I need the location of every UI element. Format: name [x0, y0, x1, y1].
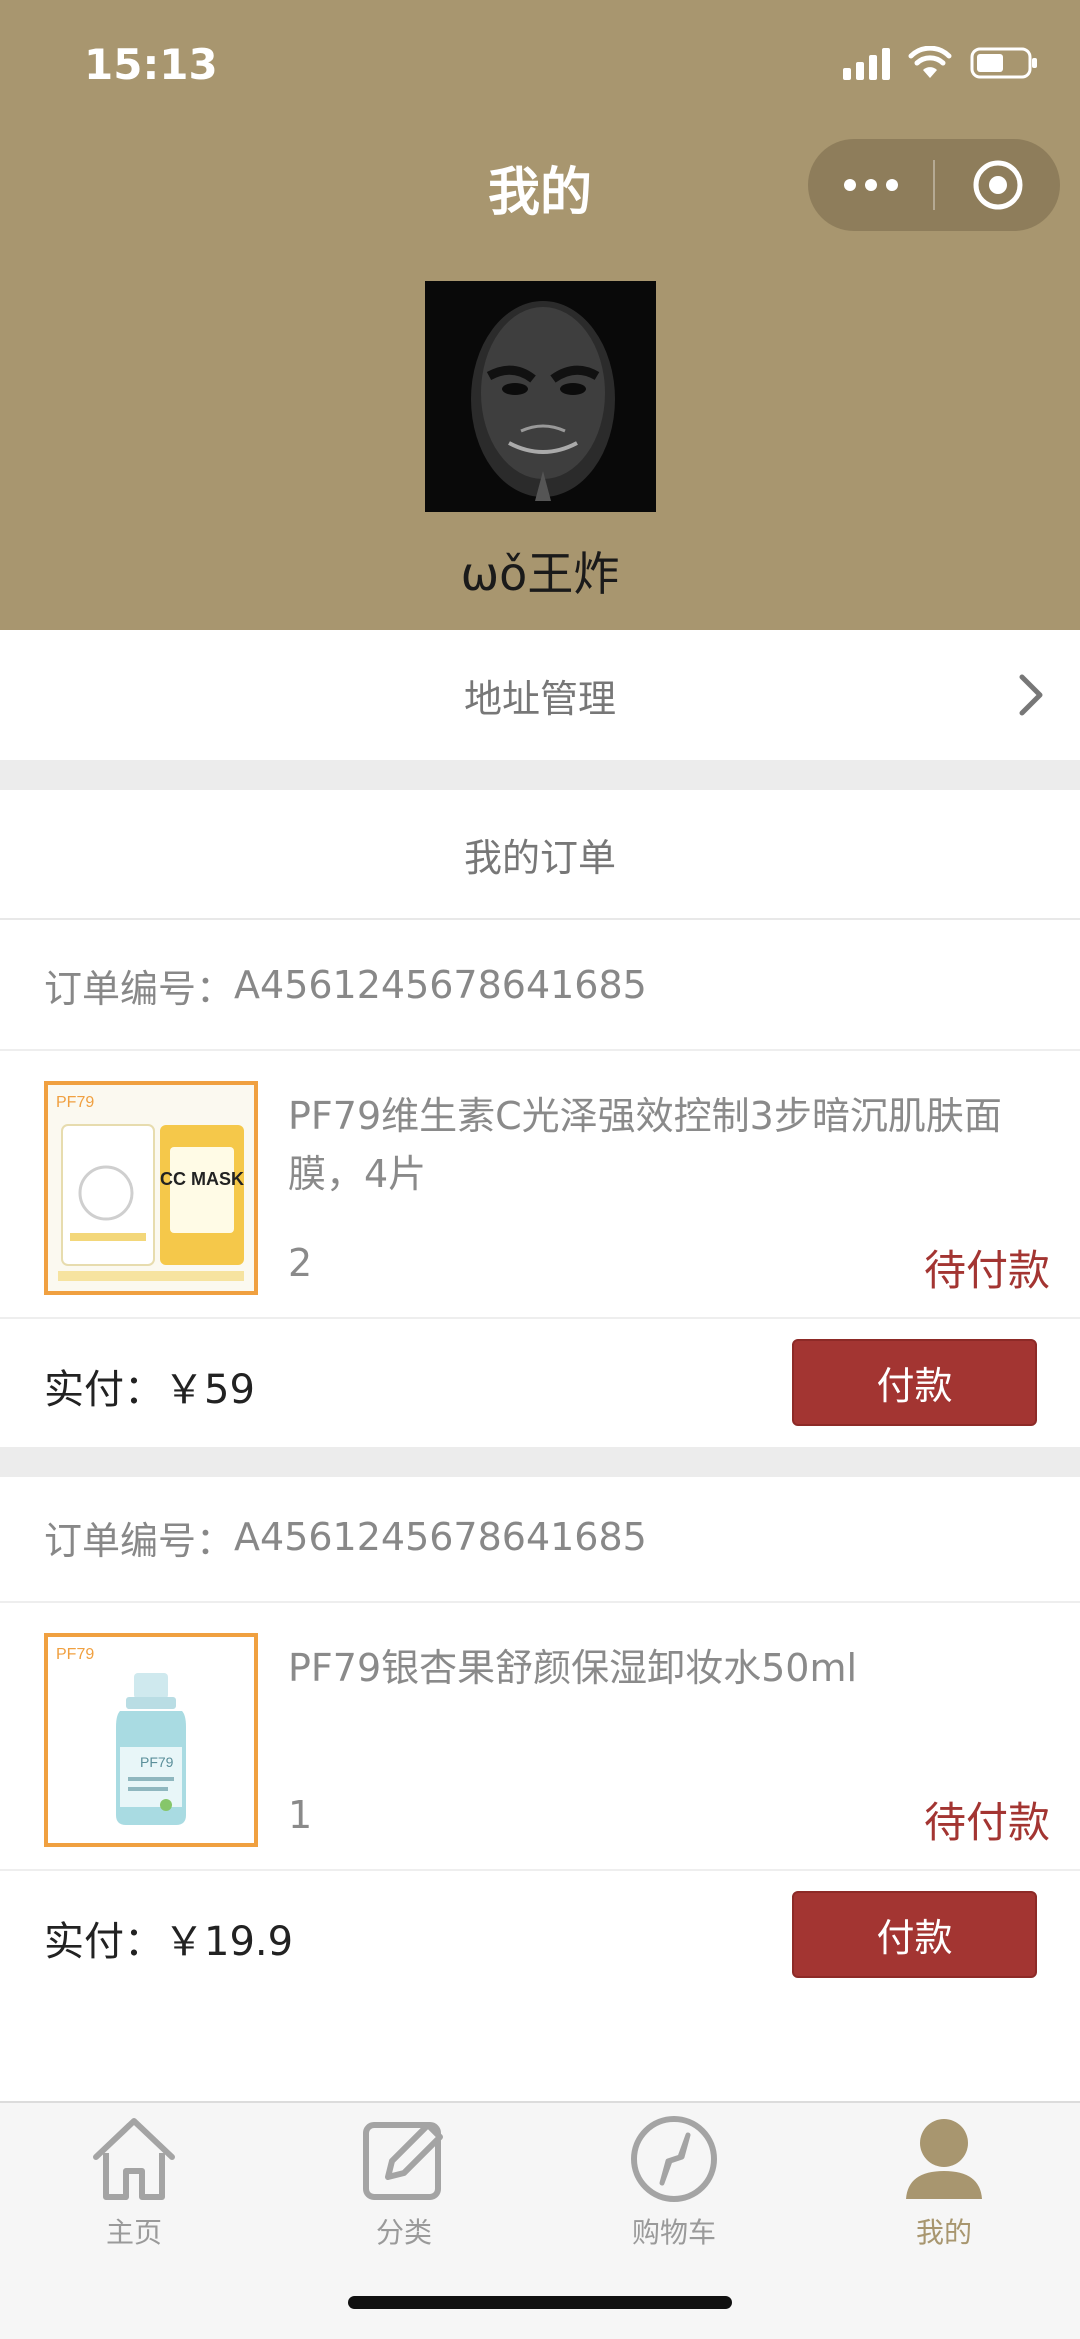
compass-icon — [626, 2111, 722, 2207]
orders-title: 我的订单 — [463, 835, 616, 880]
product-quantity: 1 — [288, 1793, 313, 1837]
product-name: PF79维生素C光泽强效控制3步暗沉肌肤面膜，4片 — [288, 1094, 1002, 1196]
wifi-icon — [908, 46, 952, 80]
my-orders-header: 我的订单 — [0, 790, 1080, 920]
target-icon — [973, 160, 1022, 210]
username: ωǒ王炸 — [460, 547, 620, 601]
tab-category[interactable]: 分类 — [304, 2111, 504, 2261]
pay-button[interactable]: 付款 — [792, 1891, 1037, 1978]
mini-program-capsule — [808, 139, 1060, 231]
order-item[interactable]: PF79 CC MASK PF79维生素C光泽强效控制3步暗沉肌肤面膜，4片 2… — [0, 1051, 1080, 1319]
tab-mine[interactable]: 我的 — [844, 2111, 1044, 2261]
home-indicator[interactable] — [348, 2296, 732, 2309]
thumb-brand: PF79 — [56, 1646, 94, 1663]
order-item[interactable]: PF79 PF79 PF79银杏果舒颜保湿卸妆水50ml 1 待付款 — [0, 1603, 1080, 1871]
order-number-row: 订单编号： A4561245678641685 — [0, 921, 1080, 1051]
more-dots-icon — [843, 179, 856, 191]
pay-button[interactable]: 付款 — [792, 1339, 1037, 1426]
battery-icon — [970, 46, 1040, 80]
address-label: 地址管理 — [463, 676, 616, 721]
home-icon — [86, 2111, 182, 2207]
chevron-right-icon — [1019, 674, 1043, 716]
edit-icon — [356, 2111, 452, 2207]
user-icon — [896, 2111, 992, 2207]
order-number-row: 订单编号： A4561245678641685 — [0, 1473, 1080, 1603]
more-button[interactable] — [808, 139, 933, 231]
paid-label: 实付： — [44, 1919, 164, 1965]
avatar[interactable] — [425, 281, 656, 512]
thumb-text: CC MASK — [160, 1169, 244, 1189]
section-divider — [0, 760, 1080, 790]
order-number-label: 订单编号： — [44, 966, 235, 1011]
signal-icon — [843, 46, 890, 80]
status-icons — [843, 46, 1040, 80]
product-thumbnail[interactable]: PF79 CC MASK — [44, 1081, 258, 1295]
address-management-row[interactable]: 地址管理 — [0, 630, 1080, 760]
product-name: PF79银杏果舒颜保湿卸妆水50ml — [288, 1646, 858, 1690]
tab-label: 分类 — [375, 2216, 432, 2249]
paid-label: 实付： — [44, 1367, 164, 1413]
amount-value: ￥19.9 — [164, 1919, 294, 1965]
order-footer: 实付：￥59 付款 — [0, 1319, 1080, 1447]
tab-home[interactable]: 主页 — [34, 2111, 234, 2261]
thumb-brand: PF79 — [56, 1094, 94, 1111]
order-number: A4561245678641685 — [234, 1515, 647, 1559]
tab-label: 购物车 — [631, 2216, 716, 2249]
status-time: 15:13 — [84, 40, 218, 89]
order-card: 订单编号： A4561245678641685 PF79 CC MASK PF7… — [0, 921, 1080, 1447]
order-status: 待付款 — [923, 1246, 1050, 1295]
close-button[interactable] — [935, 139, 1060, 231]
order-card: 订单编号： A4561245678641685 PF79 PF79 PF79银杏… — [0, 1473, 1080, 1999]
amount-value: ￥59 — [164, 1367, 255, 1413]
order-number-label: 订单编号： — [44, 1518, 235, 1563]
profile-header: 15:13 我的 ωǒ王炸 — [0, 0, 1080, 630]
paid-amount: 实付：￥19.9 — [44, 1909, 293, 1967]
product-thumbnail[interactable]: PF79 PF79 — [44, 1633, 258, 1847]
paid-amount: 实付：￥59 — [44, 1357, 255, 1415]
order-number: A4561245678641685 — [234, 963, 647, 1007]
order-status: 待付款 — [923, 1798, 1050, 1847]
order-footer: 实付：￥19.9 付款 — [0, 1871, 1080, 1999]
tab-label: 我的 — [915, 2216, 972, 2249]
svg-text:PF79: PF79 — [140, 1754, 174, 1770]
product-quantity: 2 — [288, 1241, 313, 1285]
tab-label: 主页 — [105, 2216, 162, 2249]
tab-cart[interactable]: 购物车 — [574, 2111, 774, 2261]
page: 15:13 我的 ωǒ王炸 地址管理 我的订单 订单编号： A456124567… — [0, 0, 1080, 2339]
